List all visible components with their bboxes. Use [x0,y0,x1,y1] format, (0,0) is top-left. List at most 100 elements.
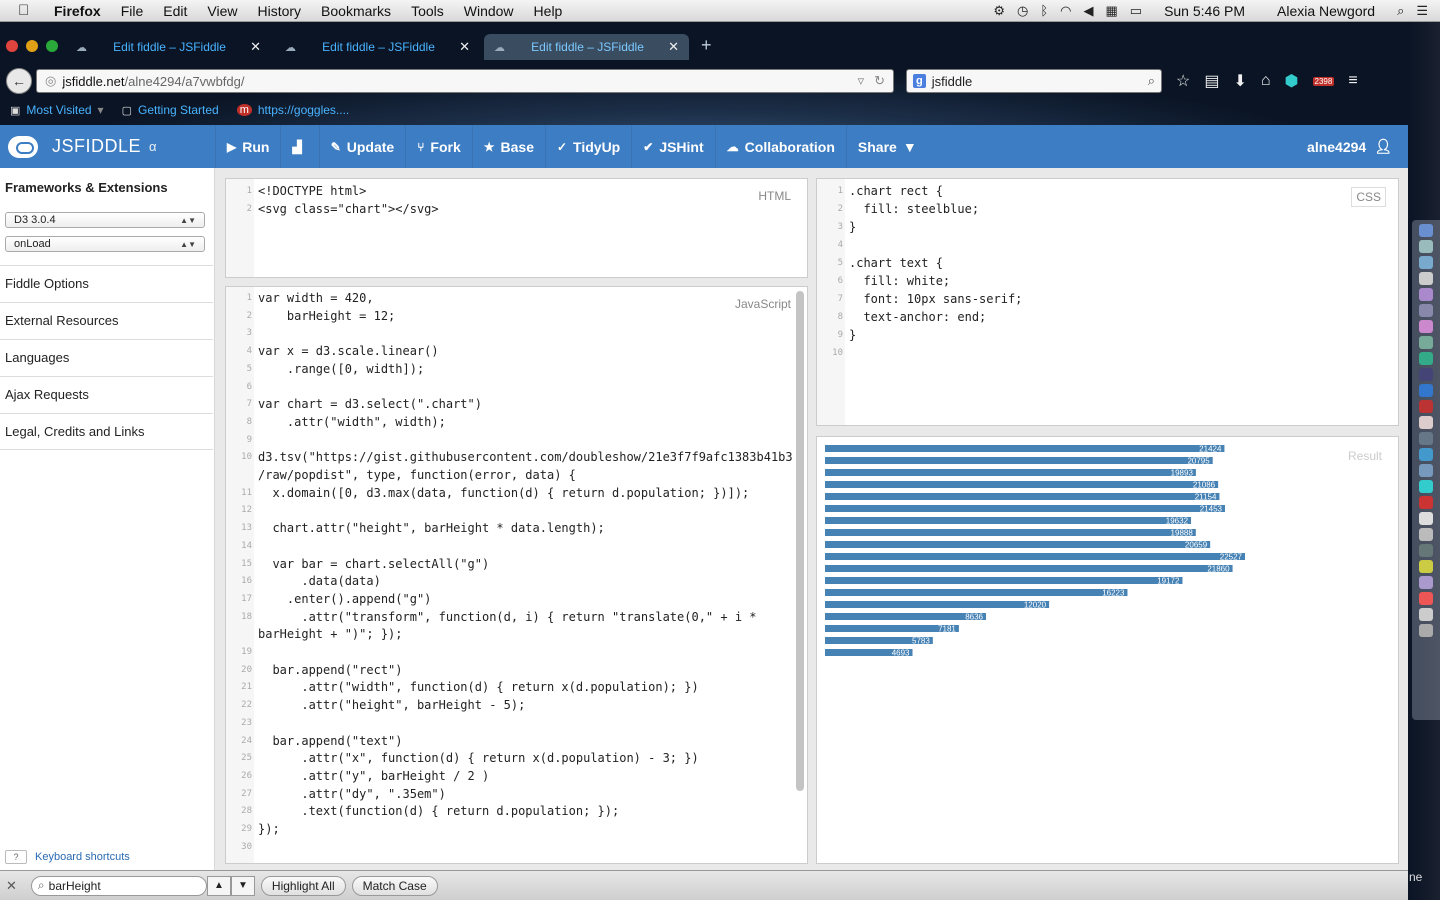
load-type-select[interactable]: onLoad ▲▼ [5,236,205,252]
share-button[interactable]: Share ▼ [845,125,928,168]
url-bar[interactable]: ◎ jsfiddle.net/alne4294/a7vwbfdg/ ▿ ↻ [36,69,894,93]
code-line[interactable]: var x = d3.scale.linear() [258,344,439,358]
code-line[interactable]: var chart = d3.select(".chart") [258,397,482,411]
code-line[interactable]: d3.tsv("https://gist.githubusercontent.c… [258,450,793,464]
dock-app-icon[interactable] [1419,240,1433,253]
update-button[interactable]: ✎ Update [318,125,406,168]
bookmark-most-visited[interactable]: ▣ Most Visited ▾ [10,103,104,117]
code-line[interactable]: .text(function(d) { return d.population;… [258,804,619,818]
code-line[interactable]: .data(data) [258,574,380,588]
js-scrollbar[interactable] [796,291,804,791]
close-tab-icon[interactable]: ✕ [668,39,679,55]
google-icon[interactable]: g [913,74,926,88]
dock-app-icon[interactable] [1419,272,1433,285]
bookmark-getting-started[interactable]: ▢ Getting Started [122,103,219,117]
code-line[interactable]: }); [258,822,280,836]
dock-app-icon[interactable] [1419,336,1433,349]
code-line[interactable]: var width = 420, [258,291,374,305]
code-line[interactable]: <svg class="chart"></svg> [258,202,439,216]
search-input[interactable]: jsfiddle [932,74,972,89]
run-button[interactable]: ▶ Run [215,125,280,168]
code-line[interactable]: } [849,328,856,342]
code-line[interactable]: var bar = chart.selectAll("g") [258,557,489,571]
keyboard-shortcuts-link[interactable]: ? Keyboard shortcuts [5,850,130,864]
menu-edit[interactable]: Edit [153,3,197,19]
code-line[interactable]: /raw/popdist", type, function(error, dat… [258,468,576,482]
dock-app-icon[interactable] [1419,592,1433,605]
user-menu[interactable]: alne4294 👤︎ [1307,138,1408,155]
menu-window[interactable]: Window [454,3,524,19]
code-line[interactable]: .enter().append("g") [258,592,432,606]
dock-app-icon[interactable] [1419,608,1433,621]
battery-icon[interactable]: ▭ [1130,3,1142,19]
code-line[interactable]: fill: white; [849,274,950,288]
dock-app-icon[interactable] [1419,400,1433,413]
find-previous-button[interactable]: ▲ [206,875,231,896]
menu-view[interactable]: View [197,3,247,19]
sidebar-external-resources[interactable]: External Resources [0,302,213,339]
dock-app-icon[interactable] [1419,224,1433,237]
reading-list-icon[interactable]: ▤ [1204,71,1219,91]
javascript-editor[interactable]: 1 var width = 420, 2 barHeight = 12; 3 4 var … [225,286,808,864]
browser-tab[interactable]: ☁ Edit fiddle – JSFiddle ✕ [66,34,271,60]
code-line[interactable]: .chart text { [849,256,943,270]
dock-app-icon[interactable] [1419,352,1433,365]
menu-file[interactable]: File [111,3,154,19]
wifi-icon[interactable]: ◠ [1060,3,1071,19]
code-line[interactable]: .attr("transform", function(d, i) { retu… [258,610,756,624]
sidebar-fiddle-options[interactable]: Fiddle Options [0,265,213,302]
fork-button[interactable]: ⑂ Fork [405,125,472,168]
code-line[interactable]: .attr("y", barHeight / 2 ) [258,769,489,783]
dock-app-icon[interactable] [1419,560,1433,573]
find-next-button[interactable]: ▼ [230,875,255,896]
menu-history[interactable]: History [247,3,311,19]
sidebar-languages[interactable]: Languages [0,339,213,376]
bookmark-goggles[interactable]: m https://goggles.... [236,103,349,117]
close-tab-icon[interactable]: ✕ [459,39,470,55]
code-line[interactable]: .attr("height", barHeight - 5); [258,698,525,712]
dock-app-icon[interactable] [1419,288,1433,301]
calendar-icon[interactable]: ▦ [1105,3,1117,19]
menu-bookmarks[interactable]: Bookmarks [311,3,401,19]
dock-app-icon[interactable] [1419,448,1433,461]
code-line[interactable]: .attr("width", function(d) { return x(d.… [258,680,698,694]
css-editor[interactable]: 1 .chart rect {2 fill: steelblue; 3} 4 5 .cha… [816,178,1399,426]
reload-icon[interactable]: ↻ [874,73,885,89]
dock-app-icon[interactable] [1419,432,1433,445]
dock-app-icon[interactable] [1419,544,1433,557]
close-tab-icon[interactable]: ✕ [250,39,261,55]
dock-app-icon[interactable] [1419,624,1433,637]
dock-app-icon[interactable] [1419,304,1433,317]
html-editor[interactable]: 1 <!DOCTYPE html> 2 <svg class="chart"></sv… [225,178,808,278]
jsfiddle-logo[interactable]: JSFIDDLE α [0,135,215,158]
browser-tab[interactable]: ☁ Edit fiddle – JSFiddle ✕ [275,34,480,60]
code-line[interactable]: .attr("x", function(d) { return x(d.popu… [258,751,698,765]
extension-icon[interactable]: ⬢ [1285,71,1299,91]
menu-icon[interactable]: ≡ [1348,72,1357,90]
code-line[interactable]: fill: steelblue; [849,202,979,216]
sync-icon[interactable]: ⚙ [993,3,1005,19]
bluetooth-icon[interactable]: ᛒ [1040,3,1048,18]
home-icon[interactable]: ⌂ [1261,72,1271,90]
code-line[interactable]: .chart rect { [849,184,943,198]
code-line[interactable]: .range([0, width]); [258,362,424,376]
dock-app-icon[interactable] [1419,512,1433,525]
base-button[interactable]: ★ Base [471,125,545,168]
spotlight-icon[interactable]: ⌕ [1397,3,1404,19]
bookmark-star-icon[interactable]: ☆ [1176,71,1190,91]
zoom-window-button[interactable] [46,40,58,52]
menu-help[interactable]: Help [524,3,573,19]
code-line[interactable]: bar.append("text") [258,734,402,748]
dock-app-icon[interactable] [1419,416,1433,429]
search-bar[interactable]: g jsfiddle ⌕ [906,69,1162,93]
app-menu[interactable]: Firefox [44,3,111,19]
code-line[interactable]: chart.attr("height", barHeight * data.le… [258,521,604,535]
code-line[interactable]: .attr("dy", ".35em") [258,787,446,801]
dock-app-icon[interactable] [1419,384,1433,397]
code-line[interactable]: barHeight + ")"; }); [258,627,403,641]
back-button[interactable]: ← [6,68,32,94]
apple-menu-icon[interactable]:  [18,2,44,19]
user-name[interactable]: Alexia Newgord [1267,3,1385,19]
browser-tab-active[interactable]: ☁ Edit fiddle – JSFiddle ✕ [484,34,689,60]
dock-app-icon[interactable] [1419,576,1433,589]
